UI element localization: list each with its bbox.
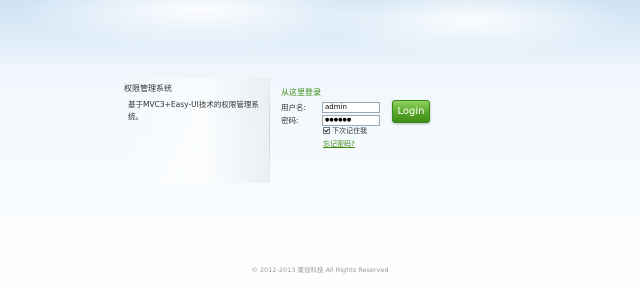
header-cloud-background	[0, 0, 640, 70]
password-input[interactable]: ●●●●●●	[322, 115, 380, 126]
forgot-password-link[interactable]: 忘记密码?	[323, 139, 355, 149]
login-button[interactable]: Login	[392, 100, 430, 123]
remember-label: 下次记住我	[332, 127, 367, 135]
remember-checkbox[interactable]	[323, 127, 330, 134]
system-title: 权限管理系统	[124, 84, 172, 93]
system-description: 基于MVC3+Easy-UI技术的权限管理系统。	[128, 100, 259, 121]
panel-divider	[269, 74, 270, 186]
footer-copyright: © 2012-2013 聚创科技 All Rights Reserved	[251, 266, 389, 274]
username-label: 用户名:	[281, 103, 307, 112]
login-heading: 从这里登录	[281, 88, 321, 97]
username-input[interactable]: admin	[322, 102, 380, 113]
password-label: 密码:	[281, 116, 299, 125]
